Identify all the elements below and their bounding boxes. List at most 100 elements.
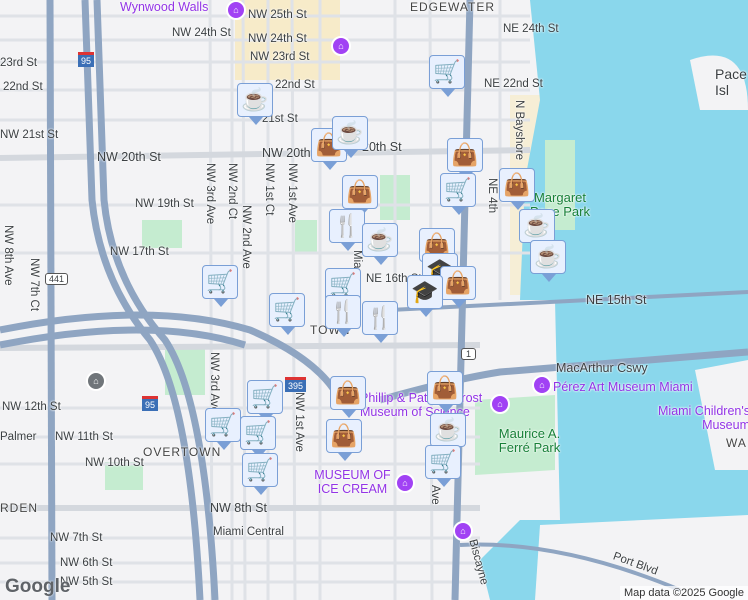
shopping-marker[interactable]: 👜 — [330, 376, 366, 418]
street-label: NW 1st Ave — [293, 392, 305, 452]
museum-icon[interactable]: ⌂ — [490, 394, 510, 414]
area-label: OVERTOWN — [143, 445, 222, 459]
i395-shield-icon: 395 — [285, 377, 307, 392]
street-label: NW 3rd Ave — [204, 163, 216, 225]
coffee-marker[interactable]: ☕ — [430, 413, 466, 455]
museum-of-ice-cream-label[interactable]: MUSEUM OF ICE CREAM — [310, 468, 395, 496]
shopping-marker[interactable]: 👜 — [427, 371, 463, 413]
shopping-marker[interactable]: 👜 — [326, 419, 362, 461]
childrens-museum-label[interactable]: Miami Children's Museum — [645, 404, 748, 432]
shopping-icon: 👜 — [330, 423, 358, 448]
school-icon[interactable]: ⌂ — [86, 371, 106, 391]
coffee-marker[interactable]: ☕ — [519, 209, 555, 251]
shopping-icon: 👜 — [334, 380, 362, 405]
grocery-marker[interactable]: 🛒 — [440, 173, 476, 215]
coffee-marker[interactable]: ☕ — [332, 116, 368, 158]
coffee-marker[interactable]: ☕ — [530, 240, 566, 282]
street-label: 22nd St — [3, 81, 43, 93]
street-label: NW 1st Ct — [263, 163, 275, 216]
street-label: NE 24th St — [503, 23, 559, 35]
map-attribution[interactable]: Map data ©2025 Google — [619, 586, 748, 600]
shopping-marker[interactable]: 👜 — [499, 168, 535, 210]
area-name-line: Isl — [715, 82, 729, 98]
grocery-marker[interactable]: 🛒 — [242, 453, 278, 495]
street-label: NW 7th St — [50, 532, 103, 544]
map[interactable]: Wynwood Walls NW 25th St NW 24th St NW 2… — [0, 0, 748, 600]
area-label: WA — [726, 436, 747, 450]
grocery-icon: 🛒 — [251, 384, 279, 409]
street-label: NW 24th St — [248, 33, 307, 45]
museum-icon[interactable]: ⌂ — [226, 0, 246, 20]
street-label: NW 2nd Ct — [226, 163, 238, 220]
street-label: NW 20th — [262, 146, 311, 160]
grocery-marker[interactable]: 🛒 — [269, 293, 305, 335]
restaurant-marker[interactable]: 🍴 — [325, 295, 361, 337]
restaurant-icon: 🍴 — [333, 213, 361, 238]
street-label: 22nd St — [275, 79, 315, 91]
shopping-marker[interactable]: 👜 — [342, 175, 378, 217]
grocery-marker[interactable]: 🛒 — [425, 445, 461, 487]
street-label: NW 23rd St — [250, 51, 310, 63]
perez-museum-label[interactable]: Pérez Art Museum Miami — [553, 380, 693, 394]
street-label: NW 3rd Ave — [208, 352, 220, 414]
grocery-marker[interactable]: 🛒 — [202, 265, 238, 307]
area-label: RDEN — [0, 501, 39, 515]
google-logo: Google — [5, 576, 71, 597]
grocery-icon: 🛒 — [244, 420, 272, 445]
school-marker[interactable]: 🎓 — [407, 275, 443, 317]
street-label: NW 24th St — [172, 27, 231, 39]
shopping-marker[interactable]: 👜 — [447, 138, 483, 180]
coffee-icon: ☕ — [534, 244, 562, 269]
grocery-marker[interactable]: 🛒 — [247, 380, 283, 422]
street-label: NW 8th Ave — [2, 225, 14, 286]
grocery-icon: 🛒 — [273, 297, 301, 322]
us1-shield-icon: 1 — [461, 348, 477, 360]
transit-label[interactable]: Miami Central — [213, 526, 284, 538]
street-label: 23rd St — [0, 57, 38, 69]
coffee-icon: ☕ — [434, 417, 462, 442]
shopping-marker[interactable]: 👜 — [440, 266, 476, 308]
street-label: NW 2nd Ave — [240, 205, 252, 269]
street-label: NW 12th St — [2, 401, 61, 413]
school-icon: 🎓 — [411, 279, 439, 304]
street-label: NE 4th — [486, 178, 498, 214]
grocery-icon: 🛒 — [433, 59, 461, 84]
street-label: NE 15th St — [586, 293, 647, 307]
grocery-marker[interactable]: 🛒 — [240, 416, 276, 458]
shopping-icon: 👜 — [451, 142, 479, 167]
street-label: MacArthur Cswy — [556, 361, 648, 375]
street-label: NW 19th St — [135, 198, 194, 210]
shopping-icon: 👜 — [431, 375, 459, 400]
museum-icon[interactable]: ⌂ — [331, 36, 351, 56]
museum-icon[interactable]: ⌂ — [395, 473, 415, 493]
street-label: NW 20th St — [97, 150, 161, 164]
maurice-ferre-park-label[interactable]: Maurice A. Ferré Park — [482, 427, 577, 455]
street-label: NW 7th Ct — [28, 258, 40, 312]
street-label: Palmer — [0, 431, 37, 443]
museum-icon[interactable]: ⌂ — [453, 521, 473, 541]
coffee-icon: ☕ — [241, 87, 269, 112]
street-label: Ave — [429, 485, 441, 505]
area-label: EDGEWATER — [410, 0, 496, 14]
coffee-marker[interactable]: ☕ — [237, 83, 273, 125]
us441-shield-icon: 441 — [45, 273, 69, 285]
shopping-icon: 👜 — [444, 270, 472, 295]
street-label: NW 11th St — [55, 431, 113, 443]
grocery-marker[interactable]: 🛒 — [205, 408, 241, 450]
street-label: NW 8th St — [210, 501, 267, 515]
grocery-marker[interactable]: 🛒 — [429, 55, 465, 97]
restaurant-marker[interactable]: 🍴 — [362, 301, 398, 343]
coffee-icon: ☕ — [523, 213, 551, 238]
museum-icon[interactable]: ⌂ — [532, 375, 552, 395]
restaurant-marker[interactable]: 🍴 — [329, 209, 365, 251]
i95-shield-icon: 95 — [78, 52, 95, 67]
coffee-marker[interactable]: ☕ — [362, 223, 398, 265]
coffee-icon: ☕ — [336, 120, 364, 145]
frost-museum-label[interactable]: Phillip & Patricia Frost Museum of Scien… — [360, 391, 490, 419]
grocery-icon: 🛒 — [246, 457, 274, 482]
i95-shield-icon: 95 — [142, 396, 159, 411]
wynwood-walls-label[interactable]: Wynwood Walls — [120, 0, 208, 14]
street-label: NW 25th St — [248, 9, 307, 21]
grocery-icon: 🛒 — [444, 177, 472, 202]
street-label: NW 6th St — [60, 557, 113, 569]
